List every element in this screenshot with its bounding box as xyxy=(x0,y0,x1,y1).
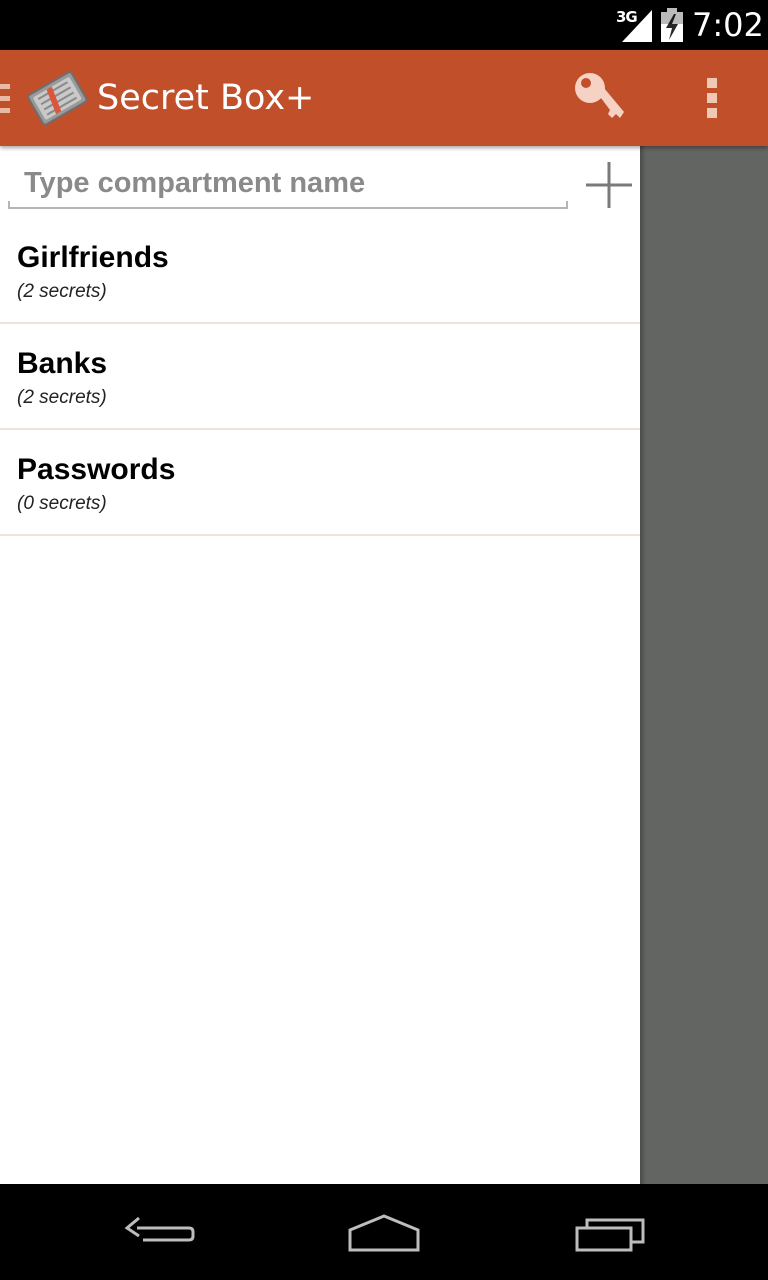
app-title: Secret Box+ xyxy=(97,78,315,118)
key-icon[interactable] xyxy=(568,68,632,128)
compartment-list: Girlfriends (2 secrets) Banks (2 secrets… xyxy=(0,218,640,536)
input-underline xyxy=(8,201,568,209)
drawer-scrim[interactable] xyxy=(640,146,768,1184)
clock: 7:02 xyxy=(692,6,764,44)
compartment-name: Passwords xyxy=(17,453,176,486)
plus-icon[interactable] xyxy=(584,160,634,210)
compartment-item-girlfriends[interactable]: Girlfriends (2 secrets) xyxy=(0,218,640,324)
compartment-item-passwords[interactable]: Passwords (0 secrets) xyxy=(0,430,640,536)
app-logo-icon[interactable] xyxy=(24,68,88,128)
battery-icon xyxy=(661,8,683,42)
compartment-count: (2 secrets) xyxy=(17,281,107,302)
drawer-shadow xyxy=(640,146,646,1184)
navigation-bar xyxy=(0,1184,768,1280)
compartment-count: (0 secrets) xyxy=(17,493,107,514)
back-icon[interactable] xyxy=(115,1202,205,1262)
action-bar: Secret Box+ xyxy=(0,50,768,146)
compartment-drawer: Girlfriends (2 secrets) Banks (2 secrets… xyxy=(0,146,640,1184)
overflow-menu-icon[interactable] xyxy=(690,68,734,128)
compartment-name: Girlfriends xyxy=(17,241,169,274)
screen: 3G 7:02 Secret Box+ Type compartment nam… xyxy=(0,0,768,1280)
compartment-count: (2 secrets) xyxy=(17,387,107,408)
add-compartment-row xyxy=(0,146,640,216)
drawer-indicator-icon[interactable] xyxy=(0,84,10,114)
recents-icon[interactable] xyxy=(565,1202,655,1262)
compartment-name-input[interactable] xyxy=(10,160,580,206)
signal-icon xyxy=(622,10,652,42)
compartment-name: Banks xyxy=(17,347,108,380)
compartment-item-banks[interactable]: Banks (2 secrets) xyxy=(0,324,640,430)
status-bar: 3G 7:02 xyxy=(0,0,768,50)
home-icon[interactable] xyxy=(339,1202,429,1262)
